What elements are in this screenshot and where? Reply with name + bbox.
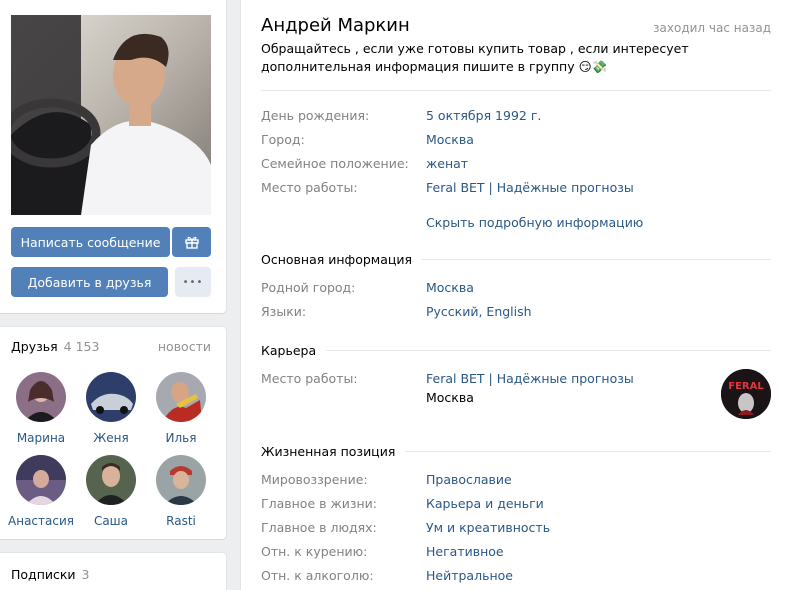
- logo-text: FERAL: [728, 381, 764, 392]
- friend-name: Женя: [93, 431, 129, 445]
- info-label: Отн. к курению:: [261, 544, 368, 559]
- worldview-link[interactable]: Православие: [426, 472, 512, 487]
- send-message-button[interactable]: Написать сообщение: [11, 227, 170, 257]
- profile-photo-image: [11, 15, 211, 215]
- more-dots-icon: •••: [182, 276, 204, 288]
- section-main-info: Основная информация: [261, 252, 771, 267]
- info-row-people-main: Главное в людях: Ум и креативность: [261, 520, 771, 540]
- friends-count: 4 153: [63, 339, 100, 354]
- section-career: Карьера: [261, 343, 771, 358]
- info-label: Главное в людях:: [261, 520, 377, 535]
- career-city-row: Москва: [261, 390, 771, 410]
- friends-block: Друзья 4 153 новости Марина Женя Илья Ана…: [0, 327, 226, 539]
- people-main-link[interactable]: Ум и креативность: [426, 520, 550, 535]
- friend-item[interactable]: Rasti: [143, 455, 219, 528]
- friend-avatar: [86, 372, 136, 422]
- hometown-link[interactable]: Москва: [426, 280, 474, 295]
- subscriptions-title[interactable]: Подписки: [11, 567, 76, 582]
- info-row-relationship: Семейное положение: женат: [261, 156, 771, 176]
- section-title: Жизненная позиция: [261, 444, 396, 459]
- info-label: Родной город:: [261, 280, 356, 295]
- info-row-birthday: День рождения: 5 октября 1992 г.: [261, 108, 771, 128]
- friend-avatar: [16, 455, 66, 505]
- career-company-link[interactable]: Feral BET | Надёжные прогнозы: [426, 371, 634, 386]
- section-title: Основная информация: [261, 252, 413, 267]
- info-label: Отн. к алкоголю:: [261, 568, 374, 583]
- profile-name: Андрей Маркин: [261, 15, 410, 36]
- info-label: Семейное положение:: [261, 156, 409, 171]
- city-link[interactable]: Москва: [426, 132, 474, 147]
- friend-name: Марина: [16, 431, 66, 445]
- smoking-link[interactable]: Негативное: [426, 544, 504, 559]
- alcohol-link[interactable]: Нейтральное: [426, 568, 513, 583]
- info-row-city: Город: Москва: [261, 132, 771, 152]
- subscriptions-block: Подписки 3: [0, 553, 226, 590]
- friends-header: Друзья 4 153 новости: [11, 339, 211, 354]
- profile-status-text[interactable]: Обращайтесь , если уже готовы купить тов…: [261, 40, 761, 76]
- friend-avatar: [156, 372, 206, 422]
- life-main-link[interactable]: Карьера и деньги: [426, 496, 544, 511]
- info-label: Место работы:: [261, 180, 358, 195]
- friend-item[interactable]: Илья: [143, 372, 219, 445]
- friend-item[interactable]: Саша: [73, 455, 149, 528]
- info-label: Мировоззрение:: [261, 472, 368, 487]
- info-label: Языки:: [261, 304, 307, 319]
- avatar-card: Написать сообщение Добавить в друзья •••: [0, 0, 226, 313]
- info-row-work: Место работы: Feral BET | Надёжные прогн…: [261, 180, 771, 200]
- send-message-label: Написать сообщение: [20, 234, 161, 250]
- friends-title[interactable]: Друзья: [11, 339, 58, 354]
- section-divider: [326, 350, 771, 351]
- career-city: Москва: [426, 390, 474, 405]
- send-gift-button[interactable]: [172, 227, 211, 257]
- info-row-languages: Языки: Русский, English: [261, 304, 771, 324]
- feral-logo-icon: FERAL: [721, 369, 771, 419]
- info-label: Город:: [261, 132, 305, 147]
- info-label: Место работы:: [261, 371, 358, 386]
- friend-name: Анастасия: [8, 514, 74, 528]
- friend-name: Илья: [165, 431, 197, 445]
- subscriptions-header: Подписки 3: [11, 567, 211, 582]
- friend-item[interactable]: Женя: [73, 372, 149, 445]
- career-row: Место работы: Feral BET | Надёжные прогн…: [261, 371, 771, 391]
- info-row-life-main: Главное в жизни: Карьера и деньги: [261, 496, 771, 516]
- header-divider: [261, 90, 771, 91]
- profile-photo[interactable]: [11, 15, 211, 215]
- relationship-link[interactable]: женат: [426, 156, 468, 171]
- friend-item[interactable]: Анастасия: [3, 455, 79, 528]
- section-life-position: Жизненная позиция: [261, 444, 771, 459]
- online-status: заходил час назад: [653, 21, 771, 35]
- hide-details-link[interactable]: Скрыть подробную информацию: [426, 215, 643, 230]
- info-row-smoking: Отн. к курению: Негативное: [261, 544, 771, 564]
- languages-link[interactable]: Русский, English: [426, 304, 532, 319]
- friends-updates-link[interactable]: новости: [158, 339, 211, 354]
- friend-avatar: [16, 372, 66, 422]
- friend-item[interactable]: Марина: [3, 372, 79, 445]
- profile-info-card: Андрей Маркин заходил час назад Обращайт…: [241, 0, 789, 590]
- info-row-alcohol: Отн. к алкоголю: Нейтральное: [261, 568, 771, 588]
- birthday-link[interactable]: 5 октября 1992 г.: [426, 108, 541, 123]
- gift-icon: [184, 236, 199, 249]
- section-title: Карьера: [261, 343, 317, 358]
- work-link[interactable]: Feral BET | Надёжные прогнозы: [426, 180, 634, 195]
- friend-avatar: [156, 455, 206, 505]
- career-company-logo[interactable]: FERAL: [721, 369, 771, 419]
- info-row-worldview: Мировоззрение: Православие: [261, 472, 771, 492]
- info-row-hometown: Родной город: Москва: [261, 280, 771, 300]
- section-divider: [405, 451, 771, 452]
- info-label: День рождения:: [261, 108, 370, 123]
- friend-name: Саша: [93, 514, 129, 528]
- subscriptions-count: 3: [81, 567, 90, 582]
- add-friend-label: Добавить в друзья: [27, 274, 152, 290]
- more-actions-button[interactable]: •••: [175, 267, 211, 297]
- add-friend-button[interactable]: Добавить в друзья: [11, 267, 168, 297]
- info-label: Главное в жизни:: [261, 496, 378, 511]
- section-divider: [422, 259, 771, 260]
- friend-name: Rasti: [166, 514, 196, 528]
- friend-avatar: [86, 455, 136, 505]
